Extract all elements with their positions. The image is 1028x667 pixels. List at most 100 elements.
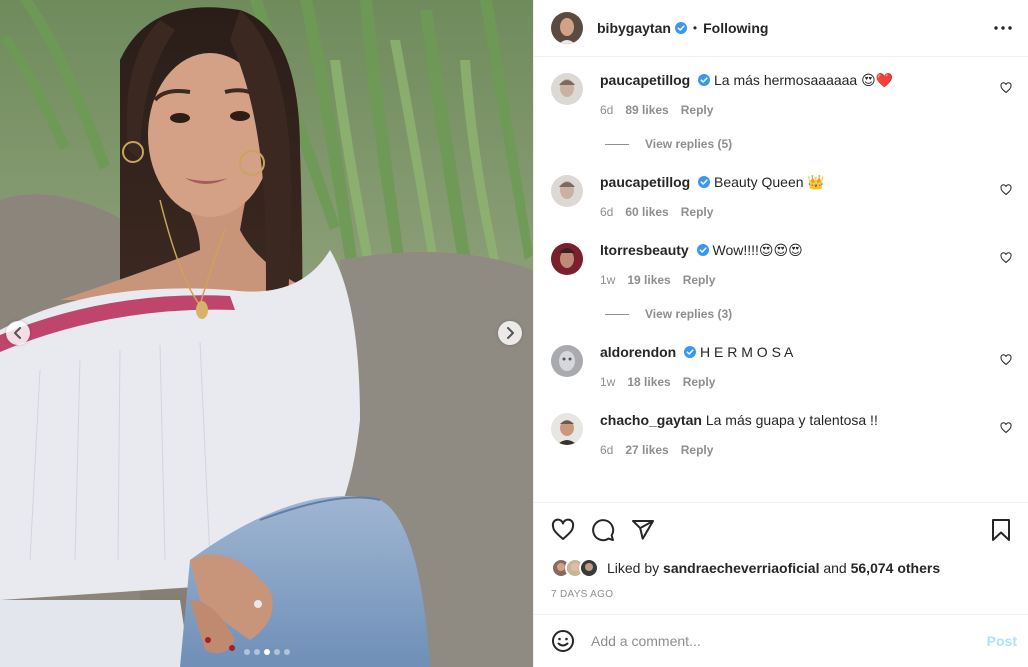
chevron-left-icon [14, 327, 21, 339]
heart-icon [1000, 422, 1012, 434]
comment-likes[interactable]: 18 likes [627, 375, 670, 389]
comment-text: H E R M O S A [700, 344, 794, 360]
comment-like-button[interactable] [1000, 81, 1012, 97]
comment-username[interactable]: chacho_gaytan [600, 412, 702, 428]
verified-badge-icon [698, 176, 711, 188]
action-icons [551, 517, 1012, 543]
more-options-button[interactable] [994, 26, 1012, 30]
view-replies-line [605, 143, 629, 145]
comment: ltorresbeauty Wow!!!!😍😍😍 1w 19 likes Rep… [551, 241, 1012, 287]
carousel-dot [273, 649, 280, 655]
commenter-avatar[interactable] [551, 243, 583, 275]
comment-likes[interactable]: 19 likes [627, 273, 670, 287]
carousel-next-button[interactable] [498, 321, 522, 345]
view-replies-button[interactable]: View replies (3) [605, 307, 1012, 321]
commenter-avatar[interactable] [551, 345, 583, 377]
view-replies-label: View replies (5) [645, 137, 733, 151]
commenter-avatar[interactable] [551, 73, 583, 105]
comment: aldorendon H E R M O S A 1w 18 likes Rep… [551, 343, 1012, 389]
comment-input[interactable] [591, 633, 987, 649]
emoji-button[interactable] [551, 629, 575, 653]
commenter-avatar[interactable] [551, 413, 583, 445]
view-replies-button[interactable]: View replies (5) [605, 137, 1012, 151]
comment: paucapetillog La más hermosaaaaaa 😍❤️ 6d… [551, 71, 1012, 117]
comment-reply-button[interactable]: Reply [681, 205, 714, 219]
heart-icon [1000, 184, 1012, 196]
comment-time[interactable]: 6d [600, 205, 613, 219]
comment-like-button[interactable] [1000, 251, 1012, 267]
post-header: bibygaytan • Following [534, 0, 1028, 57]
comment: chacho_gaytan La más guapa y talentosa !… [551, 411, 1012, 457]
more-options-icon [994, 26, 1012, 30]
comment-likes[interactable]: 89 likes [625, 103, 668, 117]
carousel-dot [283, 649, 290, 655]
comment-time[interactable]: 6d [600, 103, 613, 117]
liked-by-others[interactable]: 56,074 others [851, 560, 941, 576]
comment-reply-button[interactable]: Reply [683, 273, 716, 287]
add-comment-bar: Post [534, 614, 1028, 667]
liked-by-avatars[interactable] [551, 558, 599, 578]
comment: paucapetillog Beauty Queen 👑 6d 60 likes… [551, 173, 1012, 219]
post-photo[interactable] [0, 0, 533, 667]
chevron-right-icon [507, 327, 514, 339]
comment-text: Wow!!!!😍😍😍 [712, 242, 803, 258]
verified-badge-icon [674, 22, 687, 34]
comment-icon [592, 519, 615, 542]
author-avatar[interactable] [551, 12, 583, 44]
comment-reply-button[interactable]: Reply [683, 375, 716, 389]
following-button[interactable]: Following [703, 20, 768, 36]
comment-time[interactable]: 1w [600, 375, 615, 389]
liked-by-conjunction: and [823, 560, 847, 576]
post-date[interactable]: 7 DAYS AGO [551, 589, 1012, 600]
carousel-dot-active [263, 649, 270, 655]
comment-time[interactable]: 6d [600, 443, 613, 457]
comment-text: Beauty Queen 👑 [714, 174, 825, 190]
emoji-icon [552, 630, 574, 652]
comment-like-button[interactable] [1000, 353, 1012, 369]
heart-icon [1000, 252, 1012, 264]
post-modal: bibygaytan • Following paucapetillog La … [0, 0, 1028, 667]
comment-time[interactable]: 1w [600, 273, 615, 287]
comments-list[interactable]: paucapetillog La más hermosaaaaaa 😍❤️ 6d… [534, 57, 1028, 502]
liked-by-user[interactable]: sandraecheverriaoficial [663, 560, 819, 576]
comment-button[interactable] [591, 518, 615, 542]
comment-like-button[interactable] [1000, 183, 1012, 199]
comment-like-button[interactable] [1000, 421, 1012, 437]
comment-username[interactable]: aldorendon [600, 344, 676, 360]
comment-username[interactable]: ltorresbeauty [600, 242, 689, 258]
share-button[interactable] [631, 518, 655, 542]
comment-likes[interactable]: 27 likes [625, 443, 668, 457]
photo-image [0, 0, 533, 667]
comment-reply-button[interactable]: Reply [681, 103, 714, 117]
verified-badge-icon [696, 244, 709, 256]
like-button[interactable] [551, 518, 575, 542]
comment-username[interactable]: paucapetillog [600, 174, 690, 190]
heart-icon [1000, 82, 1012, 94]
carousel-indicator [0, 649, 533, 655]
comment-text: La más hermosaaaaaa 😍❤️ [714, 72, 894, 88]
commenter-avatar[interactable] [551, 175, 583, 207]
view-replies-line [605, 313, 629, 315]
comment-likes[interactable]: 60 likes [625, 205, 668, 219]
bookmark-icon [992, 519, 1010, 541]
carousel-prev-button[interactable] [6, 321, 30, 345]
view-replies-label: View replies (3) [645, 307, 733, 321]
verified-badge-icon [698, 74, 711, 86]
header-separator: • [692, 21, 698, 35]
comment-username[interactable]: paucapetillog [600, 72, 690, 88]
author-username[interactable]: bibygaytan [597, 20, 671, 36]
save-button[interactable] [990, 518, 1012, 542]
share-icon [632, 520, 654, 540]
comment-reply-button[interactable]: Reply [681, 443, 714, 457]
comment-text: La más guapa y talentosa !! [705, 412, 878, 428]
heart-icon [551, 518, 575, 540]
carousel-dot [243, 649, 250, 655]
post-comment-button[interactable]: Post [987, 633, 1017, 649]
liker-avatar [579, 558, 599, 578]
liked-by: Liked by sandraecheverriaoficial and 56,… [551, 558, 1012, 578]
carousel-dot [253, 649, 260, 655]
heart-icon [1000, 354, 1012, 366]
liked-by-prefix: Liked by [607, 560, 660, 576]
verified-badge-icon [684, 346, 697, 358]
post-sidebar: bibygaytan • Following paucapetillog La … [533, 0, 1028, 667]
